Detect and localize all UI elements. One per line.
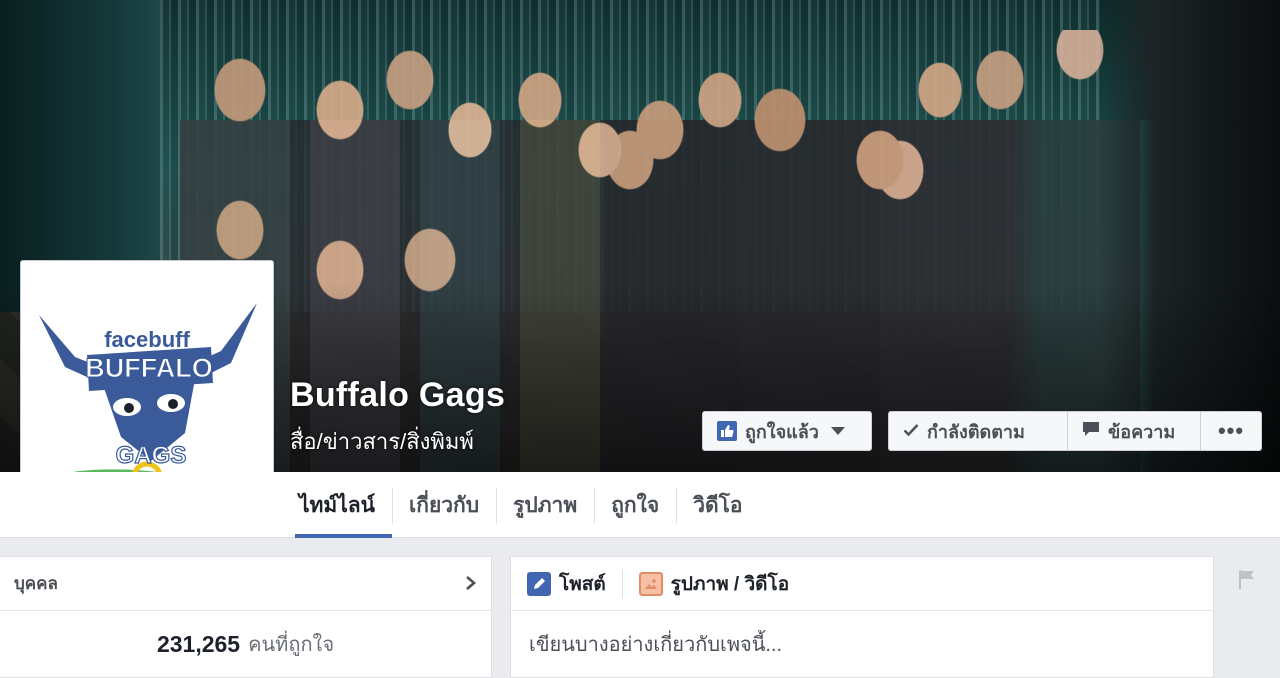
following-label: กำลังติดตาม [927,421,1025,442]
composer-tab-post-label: โพสต์ [559,573,606,595]
composer-tab-post[interactable]: โพสต์ [527,569,622,599]
flag-icon[interactable] [1236,568,1258,595]
liked-button[interactable]: ถูกใจแล้ว [702,411,872,451]
post-composer: โพสต์ รูปภาพ / วิดีโอ เขียนบางอย่างเกี่ย… [510,556,1214,678]
liked-label: ถูกใจแล้ว [745,421,819,442]
page-category[interactable]: สื่อ/ข่าวสาร/สิ่งพิมพ์ [290,424,474,459]
caret-down-icon [830,427,845,435]
thumbs-up-icon [717,421,737,441]
more-options-button[interactable]: ••• [1200,411,1262,451]
people-card-title: บุคคล [14,574,58,593]
page-actions: กำลังติดตาม ข้อความ ••• [888,411,1262,451]
more-icon: ••• [1217,418,1245,443]
tab-timeline[interactable]: ไทม์ไลน์ [282,472,393,538]
message-label: ข้อความ [1108,421,1176,442]
composer-tab-photo-label: รูปภาพ / วิดีโอ [670,573,790,595]
logo-text-gags: GAGS [116,442,187,469]
composer-tabs: โพสต์ รูปภาพ / วิดีโอ [511,557,1213,611]
following-button[interactable]: กำลังติดตาม [888,411,1068,451]
logo-text-facebuff: facebuff [104,327,190,352]
people-card-header[interactable]: บุคคล [0,557,491,611]
likes-summary[interactable]: 231,265 คนที่ถูกใจ [0,611,491,677]
likes-label: คนที่ถูกใจ [248,634,335,656]
tab-photos[interactable]: รูปภาพ [496,472,594,538]
page-nav: ไทม์ไลน์ เกี่ยวกับ รูปภาพ ถูกใจ วิดีโอ [0,472,1280,538]
message-button[interactable]: ข้อความ [1067,411,1201,451]
tab-about[interactable]: เกี่ยวกับ [392,472,496,538]
likes-count: 231,265 [156,630,241,657]
tab-likes[interactable]: ถูกใจ [594,472,676,538]
message-icon [1082,421,1100,442]
chevron-right-icon[interactable] [465,571,477,597]
logo-text-buffalo: BUFFALO [85,353,213,383]
page-title[interactable]: Buffalo Gags [290,376,505,415]
pencil-icon [527,571,551,596]
tab-videos[interactable]: วิดีโอ [676,472,759,538]
people-card: บุคคล 231,265 คนที่ถูกใจ [0,556,492,678]
composer-tab-photo-video[interactable]: รูปภาพ / วิดีโอ [621,568,805,599]
check-icon [903,421,919,442]
page-tabs: ไทม์ไลน์ เกี่ยวกับ รูปภาพ ถูกใจ วิดีโอ [282,472,760,538]
photo-icon [638,571,663,596]
composer-input[interactable]: เขียนบางอย่างเกี่ยวกับเพจนี้... [511,611,1213,677]
